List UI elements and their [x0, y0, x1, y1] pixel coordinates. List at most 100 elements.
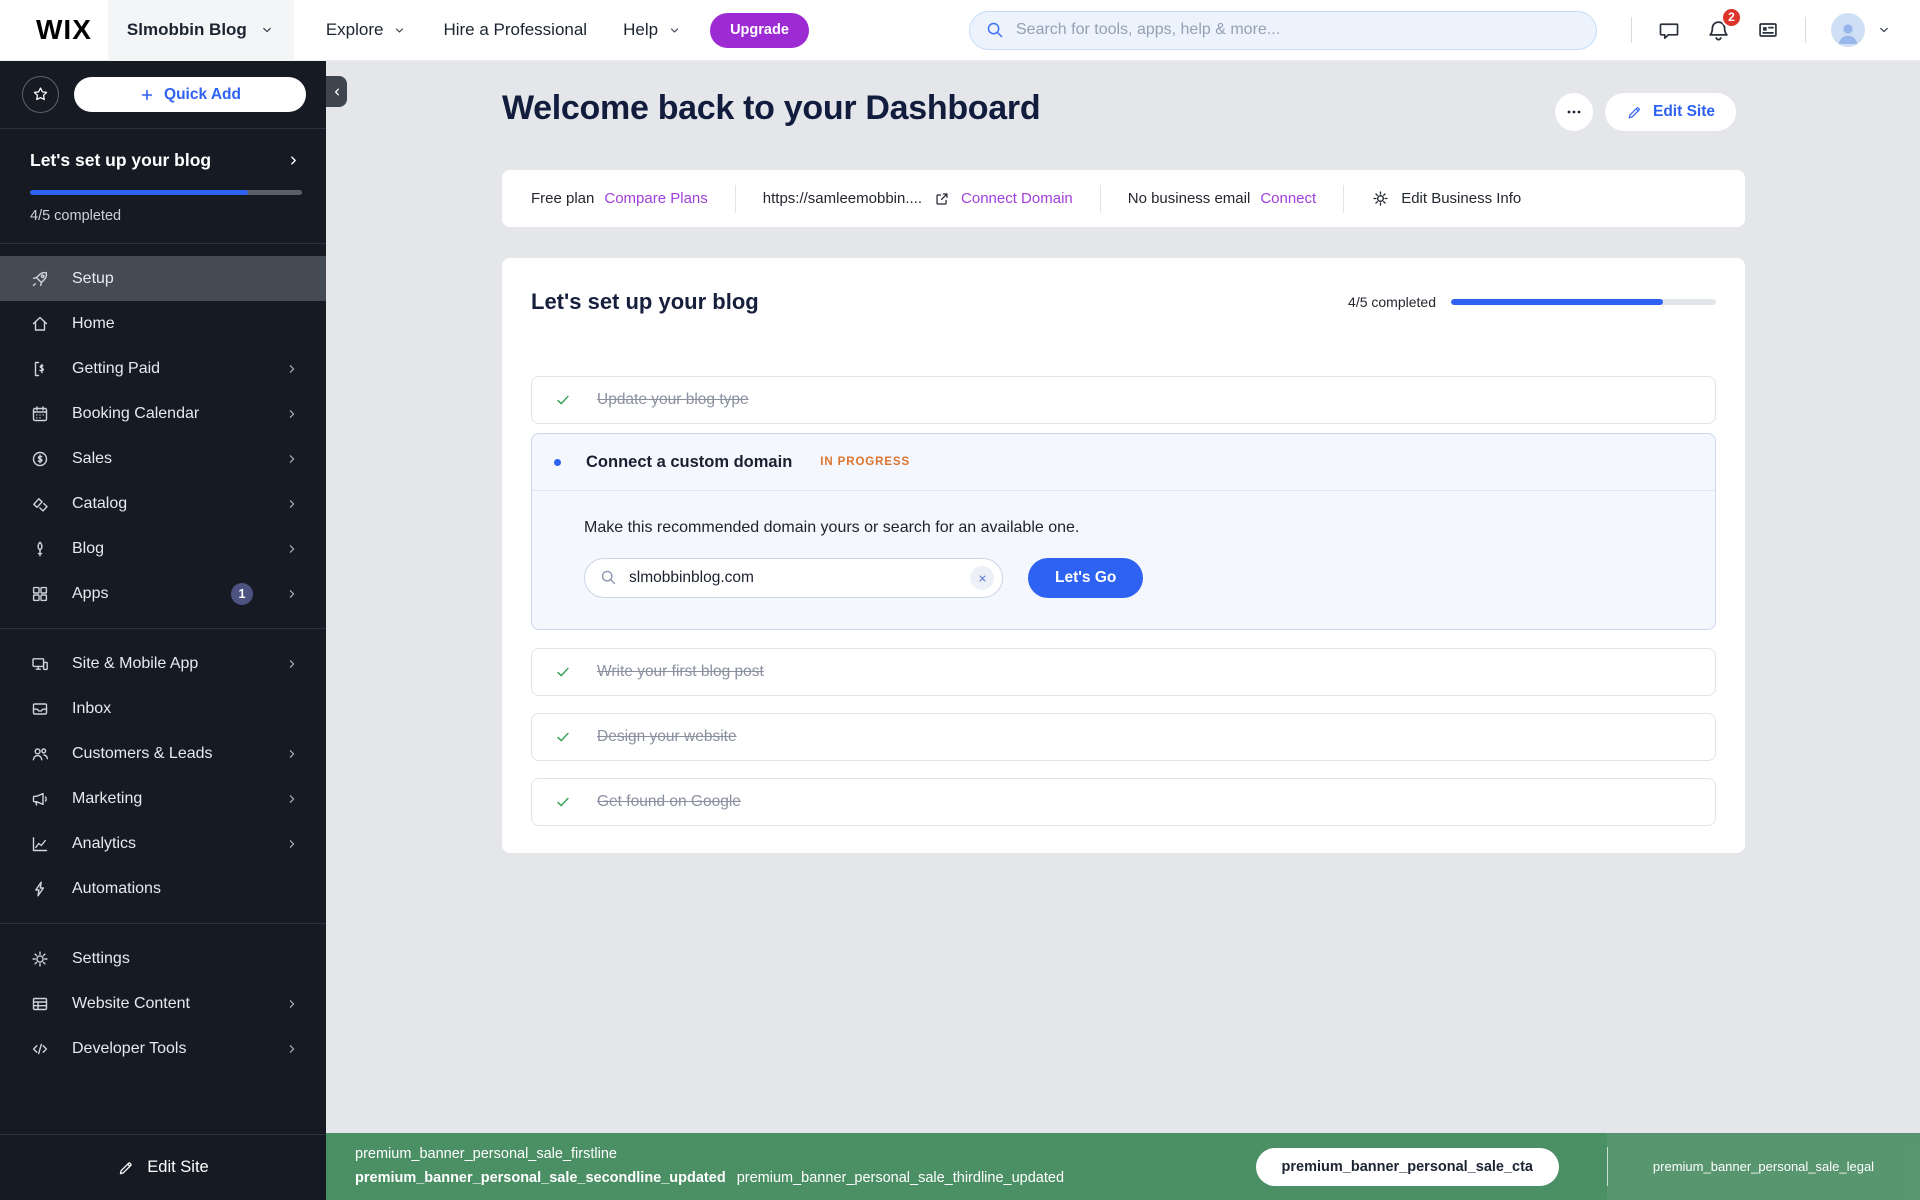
chevron-down-icon: [392, 23, 407, 38]
setup-card-title: Let's set up your blog: [531, 289, 759, 314]
divider: [1631, 17, 1632, 43]
sidebar-item-setup[interactable]: Setup: [0, 256, 326, 301]
sidebar-item-automations[interactable]: Automations: [0, 866, 326, 911]
sidebar-item-developer-tools[interactable]: Developer Tools: [0, 1026, 326, 1071]
favorites-button[interactable]: [22, 76, 59, 113]
compare-plans-link[interactable]: Compare Plans: [604, 190, 707, 207]
plus-icon: [139, 87, 155, 103]
connect-email-link[interactable]: Connect: [1260, 190, 1316, 207]
wix-dashboard: WIX Slmobbin Blog Explore Hire a Profess…: [0, 0, 1920, 1200]
sidebar-item-label: Sales: [72, 449, 113, 467]
edit-business-info-button[interactable]: Edit Business Info: [1371, 189, 1521, 208]
setup-card-progress-fill: [1451, 299, 1663, 305]
notifications-button[interactable]: 2: [1706, 6, 1742, 43]
chevron-down-icon: [259, 22, 275, 38]
task-write-first-blog-post[interactable]: Write your first blog post: [531, 648, 1716, 696]
quick-add-button[interactable]: Quick Add: [74, 77, 306, 112]
pencil-icon: [1626, 104, 1643, 121]
sidebar-item-label: Customers & Leads: [72, 744, 213, 762]
sidebar-item-customers-leads[interactable]: Customers & Leads: [0, 731, 326, 776]
chevron-right-icon: [284, 541, 300, 557]
banner-thirdline: premium_banner_personal_sale_thirdline_u…: [736, 1169, 1065, 1186]
gear-icon: [30, 949, 50, 969]
sidebar-item-getting-paid[interactable]: Getting Paid: [0, 346, 326, 391]
chevron-right-icon: [284, 836, 300, 852]
domain-search-input[interactable]: [584, 558, 1003, 598]
chat-button[interactable]: [1657, 18, 1681, 42]
upgrade-button[interactable]: Upgrade: [710, 12, 809, 48]
global-search-input[interactable]: [969, 10, 1597, 50]
sidebar-item-analytics[interactable]: Analytics: [0, 821, 326, 866]
task-label: Write your first blog post: [597, 663, 764, 680]
clear-input-button[interactable]: [970, 566, 994, 590]
banner-cta-button[interactable]: premium_banner_personal_sale_cta: [1255, 1147, 1559, 1186]
sidebar-collapse-button[interactable]: [326, 76, 347, 107]
search-icon: [985, 20, 1005, 40]
chevron-right-icon: [284, 656, 300, 672]
quick-add-label: Quick Add: [164, 85, 241, 103]
sidebar-item-inbox[interactable]: Inbox: [0, 686, 326, 731]
rocket-icon: [30, 269, 50, 289]
banner-secondline: premium_banner_personal_sale_secondline_…: [355, 1169, 726, 1186]
banner-firstline: premium_banner_personal_sale_firstline: [355, 1146, 617, 1163]
sidebar-item-home[interactable]: Home: [0, 301, 326, 346]
sidebar-setup-progress[interactable]: Let's set up your blog 4/5 completed: [0, 129, 326, 243]
topbar-icons: 2: [1631, 6, 1892, 47]
chevron-right-icon: [284, 996, 300, 1012]
task-design-your-website[interactable]: Design your website: [531, 713, 1716, 761]
nav-hire-a-professional[interactable]: Hire a Professional: [443, 20, 587, 40]
divider: [1805, 17, 1806, 43]
sidebar-item-apps[interactable]: Apps 1: [0, 571, 326, 616]
chevron-right-icon: [284, 791, 300, 807]
site-switcher-label: Slmobbin Blog: [126, 20, 247, 39]
chevron-right-icon: [284, 406, 300, 422]
sidebar-item-label: Home: [72, 314, 115, 332]
setup-progress-bar: [30, 190, 302, 195]
inbox-icon: [30, 699, 50, 719]
sidebar-item-label: Developer Tools: [72, 1039, 187, 1057]
task-get-found-on-google[interactable]: Get found on Google: [531, 778, 1716, 826]
task-label: Update your blog type: [597, 391, 749, 408]
search-icon: [599, 568, 618, 587]
sidebar-item-blog[interactable]: Blog: [0, 526, 326, 571]
apps-badge: 1: [231, 582, 253, 605]
check-icon: [554, 728, 572, 746]
chevron-right-icon: [284, 586, 300, 602]
chevron-down-icon: [1876, 22, 1892, 38]
bullet-dot-icon: [554, 458, 561, 466]
top-navigation: Explore Hire a Professional Help: [326, 20, 682, 40]
edit-site-button[interactable]: Edit Site: [1605, 93, 1737, 131]
chart-icon: [30, 834, 50, 854]
no-business-email-label: No business email: [1127, 190, 1251, 207]
divider: [0, 923, 326, 924]
sidebar-item-website-content[interactable]: Website Content: [0, 981, 326, 1026]
task-expanded-header[interactable]: Connect a custom domain IN PROGRESS: [532, 434, 1715, 490]
task-label: Design your website: [597, 728, 737, 745]
sidebar-item-booking-calendar[interactable]: Booking Calendar: [0, 391, 326, 436]
task-update-blog-type[interactable]: Update your blog type: [531, 376, 1716, 424]
updates-button[interactable]: [1756, 18, 1780, 42]
sidebar-item-sales[interactable]: Sales: [0, 436, 326, 481]
nav-explore-label: Explore: [325, 20, 384, 39]
sidebar-item-marketing[interactable]: Marketing: [0, 776, 326, 821]
more-actions-button[interactable]: [1555, 93, 1593, 131]
global-search: [969, 10, 1597, 50]
site-switcher-menu[interactable]: Slmobbin Blog: [107, 0, 294, 61]
nav-hire-label: Hire a Professional: [443, 20, 588, 39]
content-table-icon: [30, 994, 50, 1014]
connect-domain-link[interactable]: Connect Domain: [961, 190, 1073, 207]
premium-sale-banner: premium_banner_personal_sale_firstline p…: [326, 1133, 1920, 1200]
sidebar-item-label: Marketing: [72, 789, 143, 807]
close-icon: [977, 573, 988, 584]
edit-site-label: Edit Site: [1653, 103, 1716, 120]
sidebar-item-settings[interactable]: Settings: [0, 936, 326, 981]
wix-logo: WIX: [36, 14, 92, 45]
sidebar-edit-site-button[interactable]: Edit Site: [0, 1134, 326, 1200]
sidebar-item-catalog[interactable]: Catalog: [0, 481, 326, 526]
nav-help[interactable]: Help: [623, 20, 682, 40]
lets-go-button[interactable]: Let's Go: [1028, 558, 1144, 598]
external-link-icon[interactable]: [933, 190, 951, 208]
sidebar-item-site-mobile-app[interactable]: Site & Mobile App: [0, 641, 326, 686]
account-menu[interactable]: [1831, 13, 1892, 47]
nav-explore[interactable]: Explore: [326, 20, 408, 40]
